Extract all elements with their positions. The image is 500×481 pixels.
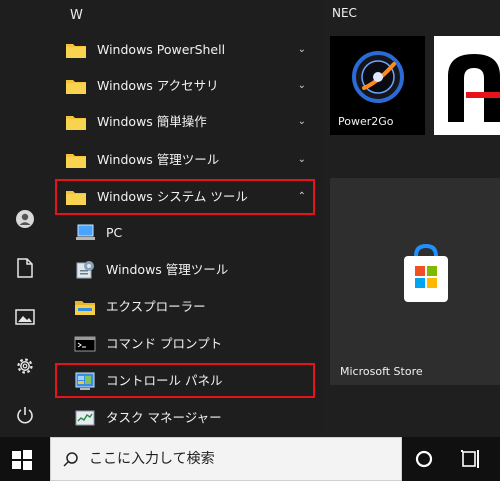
folder-icon bbox=[66, 44, 86, 58]
section-letter[interactable]: W bbox=[70, 8, 83, 23]
documents-icon[interactable] bbox=[9, 252, 41, 284]
power2go-disc-icon bbox=[352, 51, 404, 103]
pictures-icon[interactable] bbox=[9, 301, 41, 333]
app-label: Windows 管理ツール bbox=[97, 152, 220, 167]
tile-app-partial[interactable] bbox=[434, 36, 500, 135]
file-explorer-icon bbox=[75, 301, 95, 315]
app-logo-icon bbox=[448, 54, 500, 122]
tile-group-label: NEC bbox=[332, 6, 357, 20]
app-item-pc[interactable]: PC bbox=[50, 215, 314, 251]
task-manager-icon bbox=[75, 410, 95, 426]
folder-icon bbox=[66, 154, 86, 168]
search-placeholder: ここに入力して検索 bbox=[89, 451, 215, 467]
search-icon bbox=[63, 452, 78, 467]
app-label: Windows 簡単操作 bbox=[97, 114, 207, 129]
app-item-task-manager[interactable]: タスク マネージャー bbox=[50, 400, 314, 436]
power-icon[interactable] bbox=[9, 399, 41, 431]
app-label: コマンド プロンプト bbox=[106, 336, 223, 351]
tile-microsoft-store[interactable]: Microsoft Store bbox=[330, 178, 500, 385]
highlight-control-panel bbox=[55, 363, 315, 398]
tile-label: Power2Go bbox=[338, 115, 394, 128]
command-prompt-icon bbox=[74, 336, 96, 352]
microsoft-store-icon bbox=[404, 244, 448, 302]
user-account-icon[interactable] bbox=[9, 203, 41, 235]
chevron-down-icon: ⌄ bbox=[297, 44, 306, 55]
chevron-down-icon: ⌄ bbox=[297, 80, 306, 91]
windows-start-icon[interactable] bbox=[11, 449, 33, 471]
chevron-down-icon: ⌄ bbox=[297, 116, 306, 127]
cortana-icon[interactable] bbox=[412, 447, 436, 471]
app-folder-windows-powershell[interactable]: Windows PowerShell ⌄ bbox=[50, 32, 314, 68]
search-box[interactable]: ここに入力して検索 bbox=[50, 437, 402, 481]
start-left-rail bbox=[0, 0, 50, 437]
pc-icon bbox=[76, 224, 95, 240]
folder-icon bbox=[66, 116, 86, 130]
app-folder-windows-admin-tools[interactable]: Windows 管理ツール ⌄ bbox=[50, 142, 314, 178]
app-item-command-prompt[interactable]: コマンド プロンプト bbox=[50, 326, 314, 362]
task-view-icon[interactable] bbox=[460, 447, 484, 471]
app-label: Windows PowerShell bbox=[97, 42, 226, 57]
folder-icon bbox=[66, 80, 86, 94]
highlight-system-tools bbox=[55, 179, 315, 215]
admin-tools-icon bbox=[76, 261, 94, 279]
app-label: Windows アクセサリ bbox=[97, 78, 219, 93]
app-label: PC bbox=[106, 225, 123, 240]
settings-gear-icon[interactable] bbox=[9, 350, 41, 382]
app-item-file-explorer[interactable]: エクスプローラー bbox=[50, 289, 314, 325]
app-label: Windows 管理ツール bbox=[106, 262, 229, 277]
chevron-down-icon: ⌄ bbox=[297, 154, 306, 165]
tile-label: Microsoft Store bbox=[340, 365, 423, 378]
app-folder-windows-ease-of-access[interactable]: Windows 簡単操作 ⌄ bbox=[50, 104, 314, 140]
tiles-panel: NEC Power2Go Microsoft Store bbox=[322, 0, 500, 437]
app-item-admin-tools[interactable]: Windows 管理ツール bbox=[50, 252, 314, 288]
tile-power2go[interactable]: Power2Go bbox=[330, 36, 425, 135]
app-label: タスク マネージャー bbox=[106, 410, 222, 425]
app-label: エクスプローラー bbox=[106, 299, 206, 314]
app-folder-windows-accessories[interactable]: Windows アクセサリ ⌄ bbox=[50, 68, 314, 104]
